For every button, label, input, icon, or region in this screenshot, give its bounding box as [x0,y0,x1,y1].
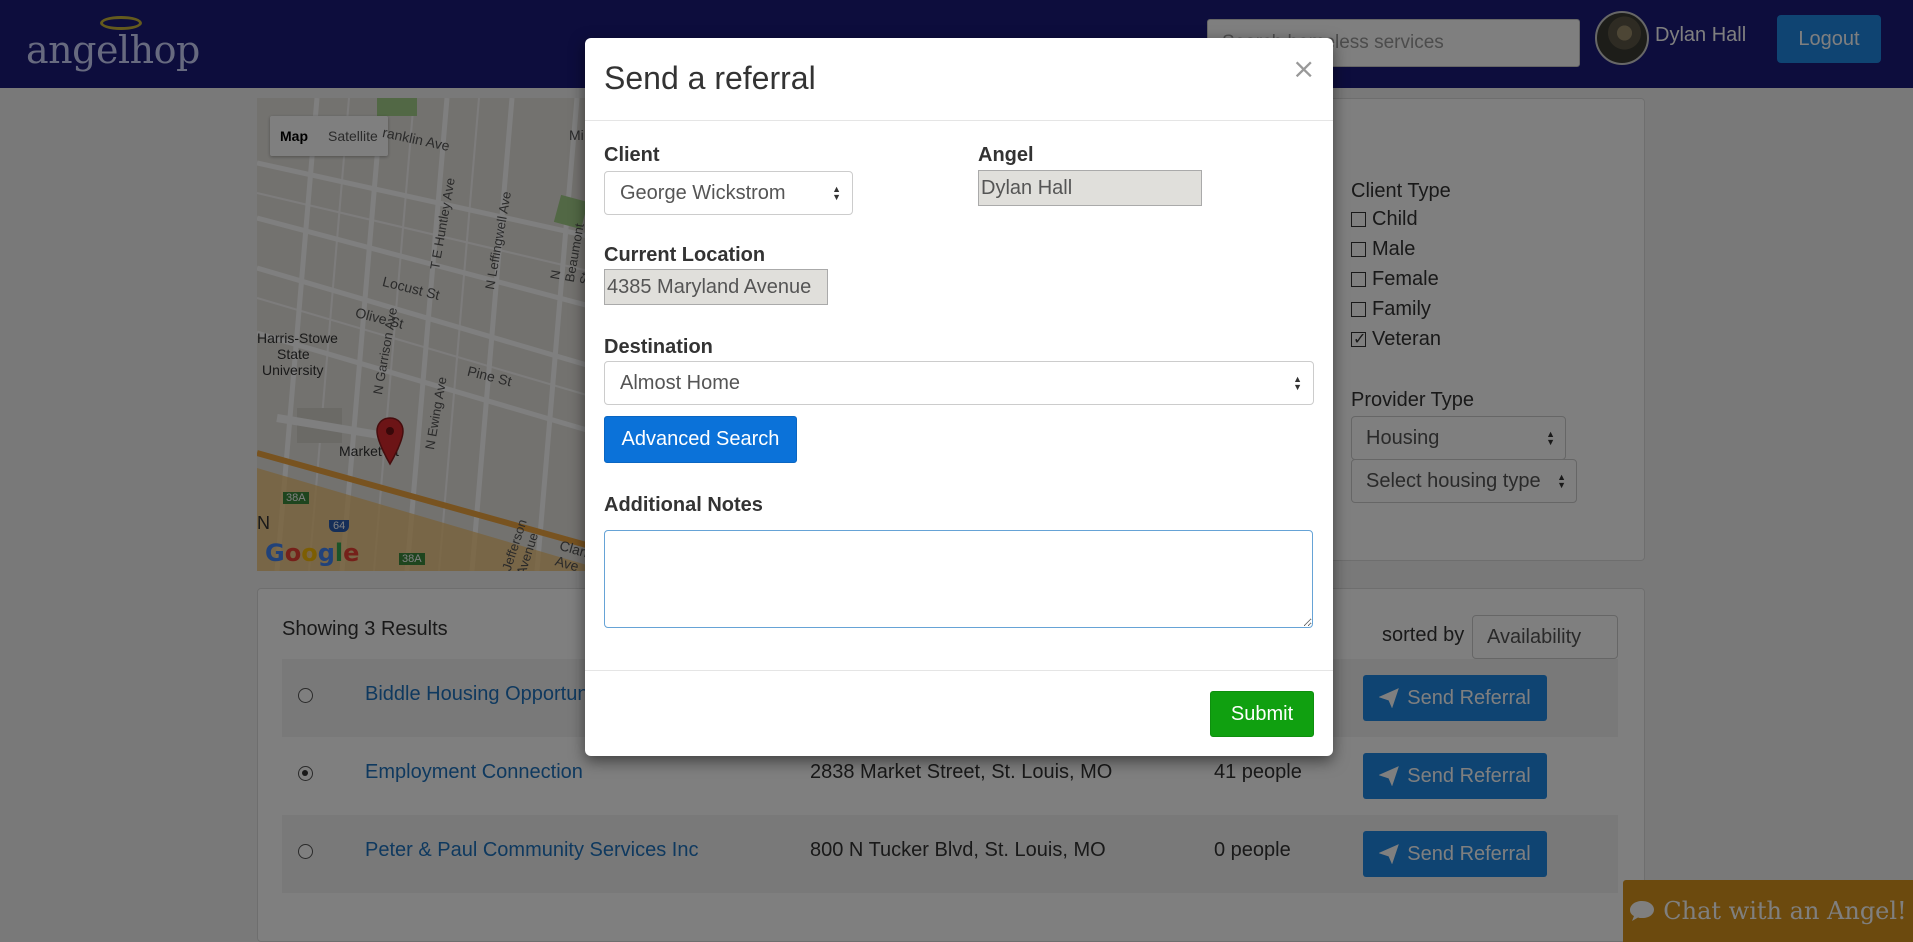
modal-footer-divider [585,670,1333,671]
modal-header-divider [585,120,1333,121]
angel-label: Angel [978,144,1034,166]
destination-value: Almost Home [620,372,741,394]
select-arrows-icon: ▲▼ [832,184,841,202]
angel-field [978,170,1202,206]
current-location-label: Current Location [604,244,766,266]
client-select[interactable]: George Wickstrom ▲ ▼ [604,171,853,215]
destination-label: Destination [604,336,713,358]
advanced-search-button[interactable]: Advanced Search [604,416,797,463]
submit-button[interactable]: Submit [1210,691,1314,737]
client-label: Client [604,144,660,166]
select-arrows-icon: ▲▼ [1293,374,1302,392]
modal-title: Send a referral [604,60,816,96]
client-value: George Wickstrom [620,182,786,204]
additional-notes-label: Additional Notes [604,494,763,516]
send-referral-modal: Send a referral × Client George Wickstro… [585,38,1333,756]
destination-select[interactable]: Almost Home ▲ ▼ [604,361,1314,405]
current-location-field [604,269,828,305]
close-icon[interactable]: × [1292,55,1315,83]
additional-notes-input[interactable] [604,530,1313,628]
